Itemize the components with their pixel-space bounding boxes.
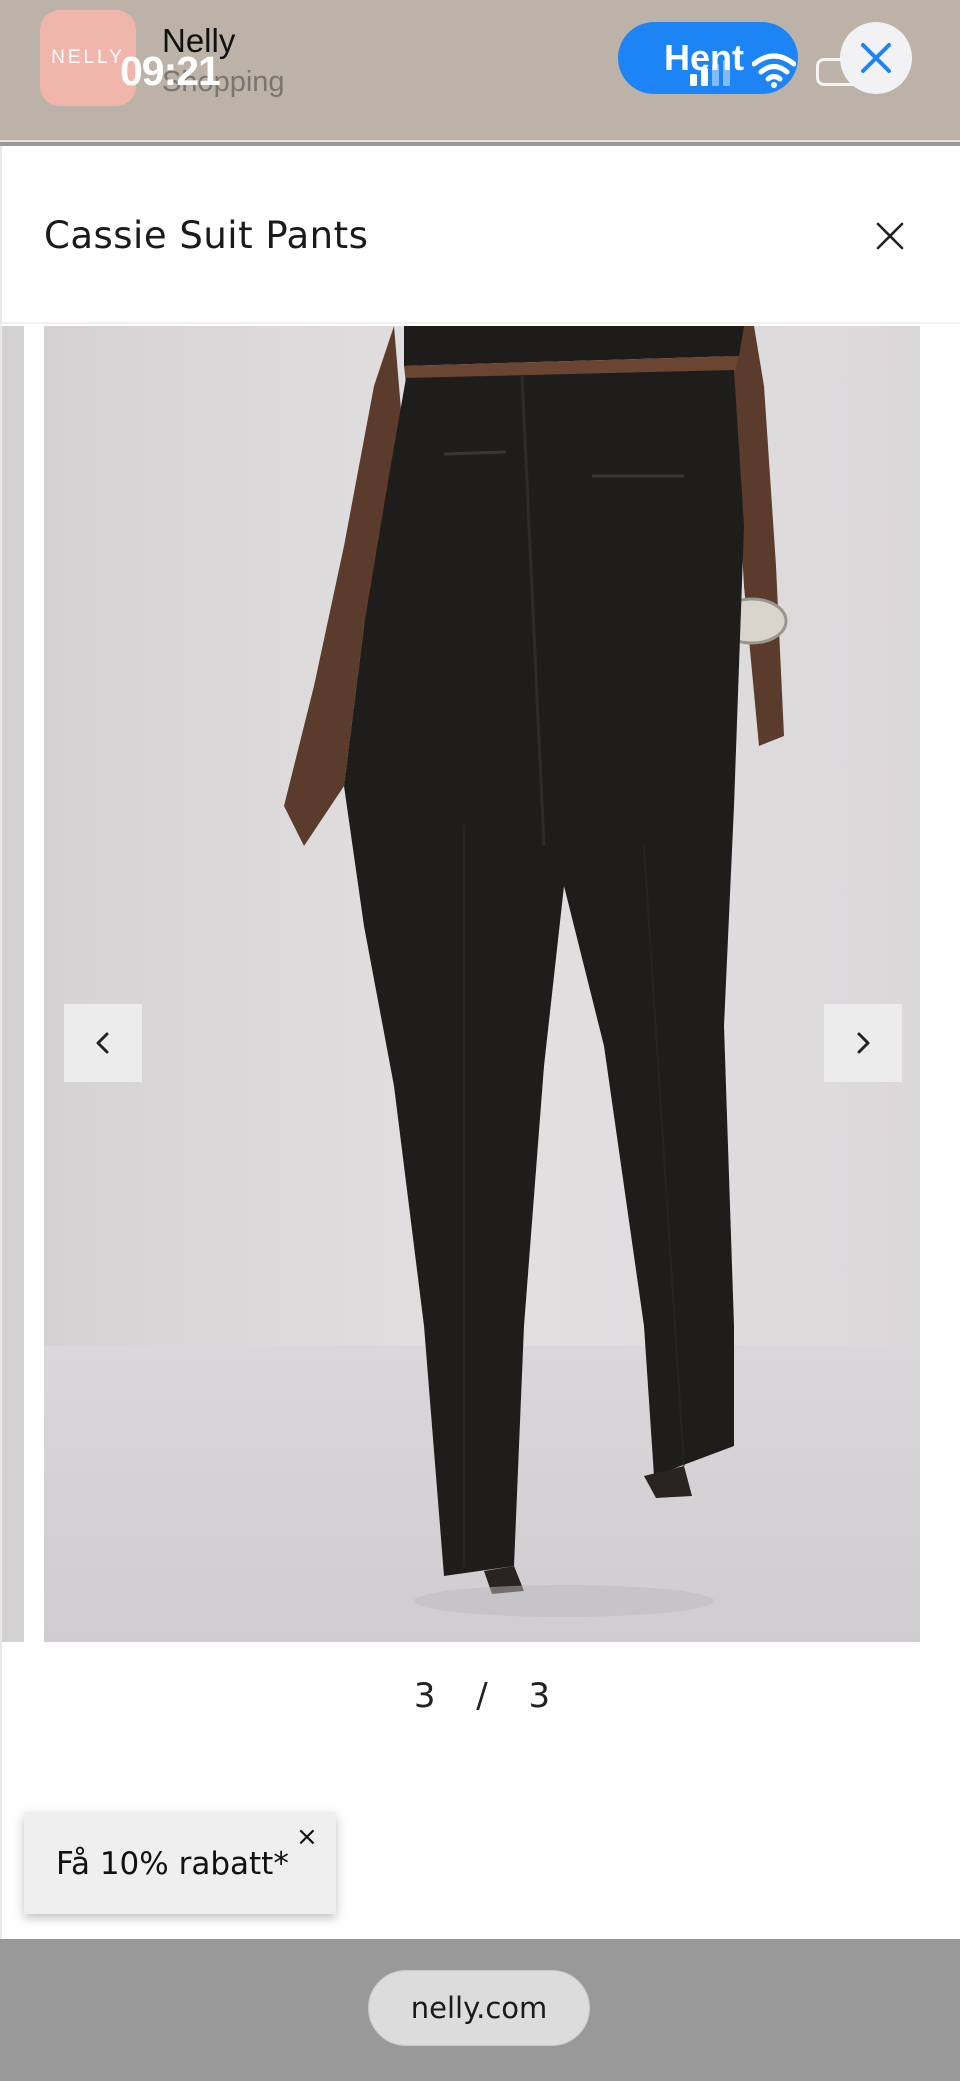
chevron-right-icon <box>857 1032 870 1054</box>
discount-label: Få 10% rabatt* <box>56 1846 289 1882</box>
logo-text: NELLY <box>51 47 125 68</box>
discount-tab[interactable]: Få 10% rabatt* × <box>24 1812 336 1914</box>
cellular-signal-icon <box>690 60 730 86</box>
image-counter: 3 / 3 <box>2 1676 960 1716</box>
product-photo <box>44 326 920 1642</box>
product-title: Cassie Suit Pants <box>44 214 369 257</box>
app-banner: NELLY Nelly Shopping 09:21 Hent <box>0 0 960 142</box>
close-modal-icon[interactable] <box>870 216 910 256</box>
product-gallery-modal: Cassie Suit Pants 3 / 3 <box>0 146 960 1939</box>
previous-image-button[interactable] <box>64 1004 142 1082</box>
counter-separator: / <box>476 1676 488 1716</box>
discount-close-icon[interactable]: × <box>296 1822 318 1852</box>
close-banner-button[interactable] <box>840 22 912 94</box>
counter-current: 3 <box>413 1676 436 1716</box>
next-image-button[interactable] <box>824 1004 902 1082</box>
product-image[interactable] <box>44 326 920 1642</box>
chevron-left-icon <box>96 1032 109 1054</box>
url-bar[interactable]: nelly.com <box>368 1970 590 2046</box>
close-icon <box>861 43 891 73</box>
wifi-icon <box>752 53 796 88</box>
url-text: nelly.com <box>410 1991 548 2025</box>
status-time: 09:21 <box>120 48 221 94</box>
previous-image-peek <box>2 326 24 1642</box>
banner-divider <box>0 140 960 142</box>
counter-total: 3 <box>528 1676 551 1716</box>
header-divider <box>2 322 960 324</box>
